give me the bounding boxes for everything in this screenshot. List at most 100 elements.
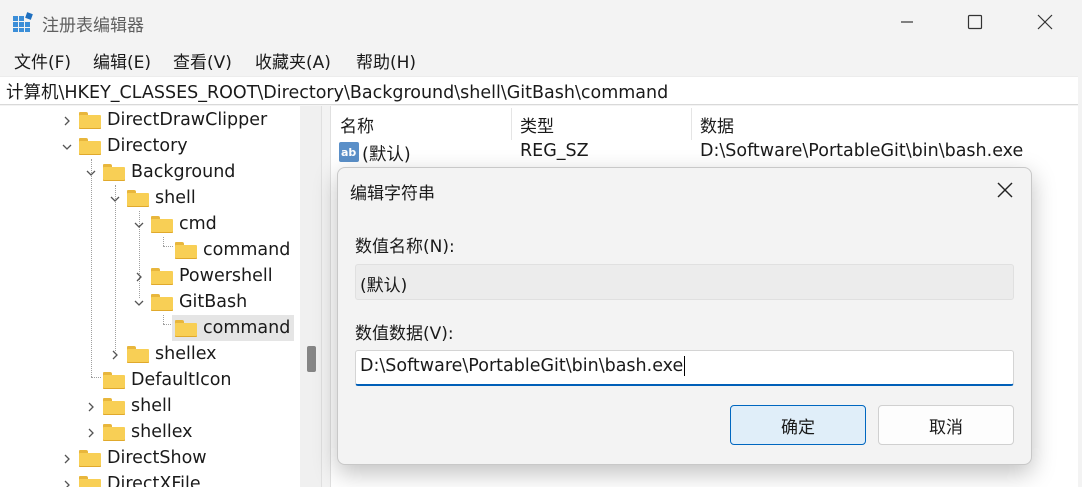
- value-data: D:\Software\PortableGit\bin\bash.exe: [700, 141, 1024, 161]
- chevron-down-icon[interactable]: [84, 165, 98, 179]
- chevron-right-icon[interactable]: [108, 347, 122, 361]
- tree-item-directxfile[interactable]: DirectXFile: [60, 471, 201, 487]
- tree-item-label: GitBash: [179, 292, 248, 312]
- menu-view[interactable]: 查看(V): [173, 48, 232, 73]
- folder-icon: [79, 475, 101, 487]
- chevron-down-icon[interactable]: [108, 191, 122, 205]
- tree-item-directory-shell[interactable]: shell: [84, 393, 172, 419]
- tree-item-label: shell: [131, 396, 172, 416]
- ok-button[interactable]: 确定: [730, 405, 866, 445]
- tree-item-label: DefaultIcon: [131, 370, 232, 390]
- tree-item-background[interactable]: Background: [84, 159, 235, 185]
- tree-item-defaulticon[interactable]: DefaultIcon: [103, 367, 232, 393]
- maximize-button[interactable]: [942, 0, 1008, 44]
- tree-item-directory-shellex[interactable]: shellex: [84, 419, 193, 445]
- tree-item-label: Powershell: [179, 266, 273, 286]
- menu-edit[interactable]: 编辑(E): [93, 48, 151, 73]
- folder-icon: [79, 449, 101, 467]
- tree-item-label: shellex: [131, 422, 193, 442]
- chevron-right-icon[interactable]: [84, 425, 98, 439]
- address-path[interactable]: 计算机\HKEY_CLASSES_ROOT\Directory\Backgrou…: [6, 79, 668, 104]
- tree-item-directory[interactable]: Directory: [60, 133, 188, 159]
- folder-icon: [103, 423, 125, 441]
- column-header-data[interactable]: 数据: [700, 112, 734, 137]
- value-name-field: (默认): [355, 264, 1014, 300]
- list-row[interactable]: ab (默认) REG_SZ D:\Software\PortableGit\b…: [331, 139, 1082, 165]
- folder-icon: [175, 241, 197, 259]
- svg-text:ab: ab: [341, 146, 356, 159]
- tree-item-shellex[interactable]: shellex: [108, 341, 217, 367]
- tree-item-cmd-command[interactable]: command: [175, 237, 290, 263]
- value-type: REG_SZ: [520, 141, 589, 161]
- chevron-right-icon[interactable]: [84, 399, 98, 413]
- chevron-down-icon[interactable]: [132, 295, 146, 309]
- chevron-right-icon[interactable]: [60, 113, 74, 127]
- tree-item-directdrawclipper[interactable]: DirectDrawClipper: [60, 107, 267, 133]
- tree-item-powershell[interactable]: Powershell: [132, 263, 273, 289]
- tree-item-label: shell: [155, 188, 196, 208]
- folder-icon: [127, 189, 149, 207]
- value-name-label: 数值名称(N):: [355, 237, 455, 257]
- tree-item-label: DirectXFile: [107, 474, 201, 487]
- value-name-text: (默认): [360, 276, 408, 296]
- edit-string-dialog: 编辑字符串 数值名称(N): (默认) 数值数据(V): D:\Software…: [337, 167, 1032, 465]
- cancel-button[interactable]: 取消: [878, 405, 1014, 445]
- tree-item-cmd[interactable]: cmd: [132, 211, 217, 237]
- tree-item-gitbash[interactable]: GitBash: [132, 289, 247, 315]
- close-button[interactable]: [1012, 0, 1078, 44]
- chevron-right-icon[interactable]: [60, 477, 74, 487]
- folder-icon: [103, 371, 125, 389]
- registry-editor-icon: [13, 12, 33, 32]
- folder-icon: [151, 267, 173, 285]
- registry-editor-window: 注册表编辑器 文件(F) 编辑(E) 查看(V) 收藏夹(A) 帮助(H) 计算…: [0, 0, 1082, 487]
- chevron-right-icon[interactable]: [60, 451, 74, 465]
- dialog-close-button[interactable]: [986, 175, 1024, 205]
- tree-scrollbar-thumb[interactable]: [307, 346, 316, 372]
- folder-icon: [79, 137, 101, 155]
- chevron-down-icon[interactable]: [60, 139, 74, 153]
- tree-item-directshow[interactable]: DirectShow: [60, 445, 207, 471]
- text-caret: [684, 356, 686, 376]
- tree-item-label: shellex: [155, 344, 217, 364]
- maximize-icon: [967, 14, 983, 30]
- column-header-type[interactable]: 类型: [520, 112, 554, 137]
- menu-help[interactable]: 帮助(H): [356, 48, 416, 73]
- value-data-text: D:\Software\PortableGit\bin\bash.exe: [360, 356, 684, 376]
- minimize-icon: [901, 21, 913, 23]
- value-data-input[interactable]: D:\Software\PortableGit\bin\bash.exe: [355, 350, 1014, 386]
- close-icon: [1037, 14, 1053, 30]
- tree-scrollbar[interactable]: [300, 106, 321, 487]
- address-bar[interactable]: 计算机\HKEY_CLASSES_ROOT\Directory\Backgrou…: [0, 76, 1082, 105]
- dialog-title: 编辑字符串: [350, 184, 435, 204]
- folder-icon: [175, 319, 197, 337]
- chevron-down-icon[interactable]: [132, 217, 146, 231]
- pane-splitter[interactable]: [321, 106, 331, 487]
- folder-icon: [151, 293, 173, 311]
- tree-item-label: Background: [131, 162, 236, 182]
- window-title: 注册表编辑器: [42, 16, 144, 36]
- key-tree: DirectDrawClipper Directory Background s…: [0, 106, 321, 487]
- folder-icon: [151, 215, 173, 233]
- minimize-button[interactable]: [874, 0, 940, 44]
- value-data-label: 数值数据(V):: [355, 324, 454, 344]
- tree-item-shell[interactable]: shell: [108, 185, 196, 211]
- tree-item-label: command: [203, 318, 291, 338]
- title-bar: 注册表编辑器: [0, 0, 1082, 44]
- tree-item-label: cmd: [179, 214, 217, 234]
- chevron-right-icon[interactable]: [132, 269, 146, 283]
- tree-item-label: DirectDrawClipper: [107, 110, 268, 130]
- tree-item-label: command: [203, 240, 291, 260]
- tree-item-label: Directory: [107, 136, 188, 156]
- value-name: (默认): [362, 145, 411, 165]
- menu-favorites[interactable]: 收藏夹(A): [255, 48, 331, 73]
- folder-icon: [127, 345, 149, 363]
- folder-icon: [79, 111, 101, 129]
- menu-file[interactable]: 文件(F): [14, 48, 71, 73]
- folder-icon: [103, 397, 125, 415]
- close-icon: [997, 182, 1013, 198]
- menu-bar: 文件(F) 编辑(E) 查看(V) 收藏夹(A) 帮助(H): [0, 44, 1082, 76]
- tree-item-gitbash-command[interactable]: command: [172, 315, 295, 341]
- string-value-icon: ab: [339, 142, 359, 162]
- tree-item-label: DirectShow: [107, 448, 207, 468]
- column-header-name[interactable]: 名称: [340, 112, 374, 137]
